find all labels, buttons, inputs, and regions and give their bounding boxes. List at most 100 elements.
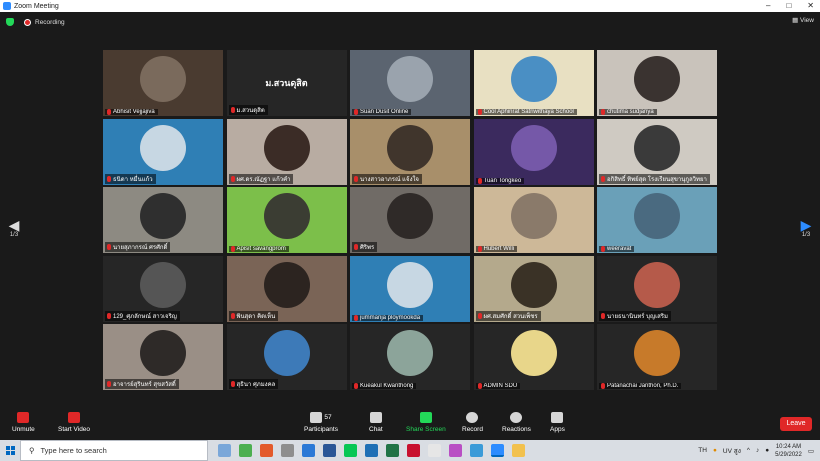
app-icon[interactable] [365, 444, 378, 457]
muted-mic-icon [601, 312, 605, 319]
participant-tile[interactable]: Cool Aphinrat Satriwithaya School [473, 50, 594, 116]
participant-tile[interactable]: Abhisit Vejjajiva [103, 50, 223, 116]
participant-name: Tuan Tongkeo [475, 177, 525, 184]
muted-mic-icon [107, 109, 111, 115]
participant-tile[interactable]: อาจารย์สุรินทร์ สุขสวัสดิ์ [103, 324, 223, 390]
chevron-up-icon[interactable]: ^ [747, 447, 750, 454]
participant-video [510, 193, 557, 239]
page-indicator-right: 1/3 [801, 232, 811, 238]
participant-name-label: Apisit savangprom [236, 246, 286, 252]
taskbar-clock[interactable]: 10:24 AM 5/29/2022 [775, 443, 802, 459]
folder-icon[interactable] [512, 444, 525, 457]
participant-tile[interactable]: Kueakul Kwanthong [350, 324, 470, 390]
participant-tile[interactable]: Tuan Tongkeo [473, 118, 594, 185]
volume-icon[interactable]: ♪ [756, 447, 759, 454]
participant-tile[interactable]: Suan Dusit Online [350, 50, 470, 116]
participant-tile[interactable]: พินสุดา คิดเห็น [226, 255, 347, 322]
participant-tile[interactable]: ผศ.ดร.ณัฏฐา แก้วคำ [226, 118, 347, 185]
share-screen-icon [419, 411, 432, 423]
unmute-label: Unmute [12, 425, 35, 433]
close-button[interactable]: ✕ [807, 0, 814, 12]
participants-icon [310, 411, 323, 423]
edge-icon[interactable] [302, 444, 315, 457]
participant-video [510, 261, 557, 308]
powerpoint-icon[interactable] [260, 444, 273, 457]
participant-tile[interactable]: นายธนานินทร์ บุญเสริม [597, 255, 717, 322]
chat-button[interactable]: Chat [369, 404, 383, 440]
participant-name-label: jummanja ploymookda [360, 314, 421, 321]
participant-tile[interactable]: นายสุภากรณ์ ศรศักดิ์ [103, 187, 223, 253]
reactions-button[interactable]: Reactions [502, 404, 531, 440]
participant-tile[interactable]: ม.สวนดุสิต ม.สวนดุสิต [226, 50, 347, 116]
app-red-icon[interactable] [407, 444, 420, 457]
muted-mic-icon [601, 175, 605, 182]
record-label: Record [462, 425, 483, 433]
word-icon[interactable] [323, 444, 336, 457]
participant-name-label: ม.สวนดุสิต [236, 108, 265, 114]
muted-mic-icon [477, 383, 482, 389]
participant-name-label: สุธินา ศุภมงคล [236, 382, 276, 388]
apps-button[interactable]: Apps [550, 404, 565, 440]
security-shield-icon[interactable] [6, 18, 14, 26]
participant-tile[interactable]: 129_ศุภลักษณ์ สาวเจริญ [103, 255, 223, 322]
chrome-icon[interactable] [239, 444, 252, 457]
muted-mic-icon [107, 244, 111, 250]
windows-taskbar: ⚲ Type here to search TH ● UV สูง ^ ♪ ● … [0, 440, 820, 461]
windows-logo-icon [5, 446, 15, 455]
line-icon[interactable] [344, 444, 357, 457]
edge-dev-icon[interactable] [470, 444, 483, 457]
participant-tile[interactable]: ADMIN SDU [473, 324, 594, 390]
unmute-button[interactable]: Unmute [12, 404, 35, 440]
excel-icon[interactable] [386, 444, 399, 457]
participant-name: Abhisit Vejjajiva [105, 109, 158, 115]
start-video-button[interactable]: Start Video [58, 404, 90, 440]
participant-tile[interactable]: ผศ.สมศักดิ์ สวนเพ็ชร [473, 255, 594, 322]
participant-tile[interactable]: weeravat [597, 187, 717, 253]
taskbar-search[interactable]: ⚲ Type here to search [20, 440, 208, 461]
participant-tile[interactable]: Hubert Willi [473, 187, 594, 253]
recording-icon [24, 18, 31, 26]
participant-video [140, 330, 186, 376]
video-off-icon [68, 411, 81, 423]
participants-label: Participants [304, 425, 338, 433]
participant-tile[interactable]: Apisit savangprom [226, 187, 347, 253]
record-icon [466, 411, 479, 423]
language-indicator[interactable]: TH [698, 447, 707, 454]
participant-tile[interactable]: jummanja ploymookda [350, 255, 470, 322]
muted-mic-icon [601, 109, 605, 115]
view-button[interactable]: ▦ View [792, 16, 814, 24]
prev-page-button[interactable]: ◀ 1/3 [4, 218, 24, 238]
participant-name-label: Hubert Willi [483, 246, 515, 252]
leave-button[interactable]: Leave [780, 417, 812, 431]
maximize-button[interactable]: □ [786, 0, 791, 12]
meeting-toolbar: Unmute Start Video 57 Participants Chat … [0, 404, 820, 440]
participant-tile[interactable]: อกิสิทธิ์ ทิพย์สุด โรงเรียนสุขานุกูลวิทย… [597, 118, 717, 185]
zoom-taskbar-icon[interactable] [491, 444, 504, 457]
app-purple-icon[interactable] [449, 444, 462, 457]
explorer-icon[interactable] [428, 444, 441, 457]
participant-name-label: ผศ.ดร.ณัฏฐา แก้วคำ [236, 176, 291, 183]
participant-tile[interactable]: chutima sudjanya [597, 50, 717, 116]
muted-mic-icon [601, 246, 605, 252]
mic-tray-icon[interactable]: ● [765, 447, 769, 454]
photos-icon[interactable] [281, 444, 294, 457]
share-screen-button[interactable]: Share Screen [406, 404, 446, 440]
view-label: View [800, 17, 814, 24]
start-button[interactable] [0, 440, 20, 461]
participant-tile[interactable]: นางสาวอาภรณ์ แจ้งใจ [350, 118, 470, 185]
next-page-button[interactable]: ▶ 1/3 [796, 218, 816, 238]
notifications-icon[interactable]: ▭ [808, 447, 814, 455]
record-button[interactable]: Record [462, 404, 483, 440]
participant-tile[interactable]: ศิริพร [350, 187, 470, 253]
participant-tile[interactable]: Patanachai Janthon, Ph.D. [597, 324, 717, 390]
participants-button[interactable]: 57 Participants [304, 404, 338, 440]
participant-tile[interactable]: สุธินา ศุภมงคล [226, 324, 347, 390]
task-view-icon[interactable] [218, 444, 231, 457]
weather-icon: ● [712, 447, 717, 454]
minimize-button[interactable]: – [766, 0, 770, 12]
participant-video [387, 124, 433, 171]
participant-tile[interactable]: ธนิดา หมื่นแก้ว [103, 118, 223, 185]
uv-indicator[interactable]: UV สูง [723, 446, 741, 456]
muted-mic-icon [107, 381, 111, 387]
participant-video [387, 193, 433, 239]
